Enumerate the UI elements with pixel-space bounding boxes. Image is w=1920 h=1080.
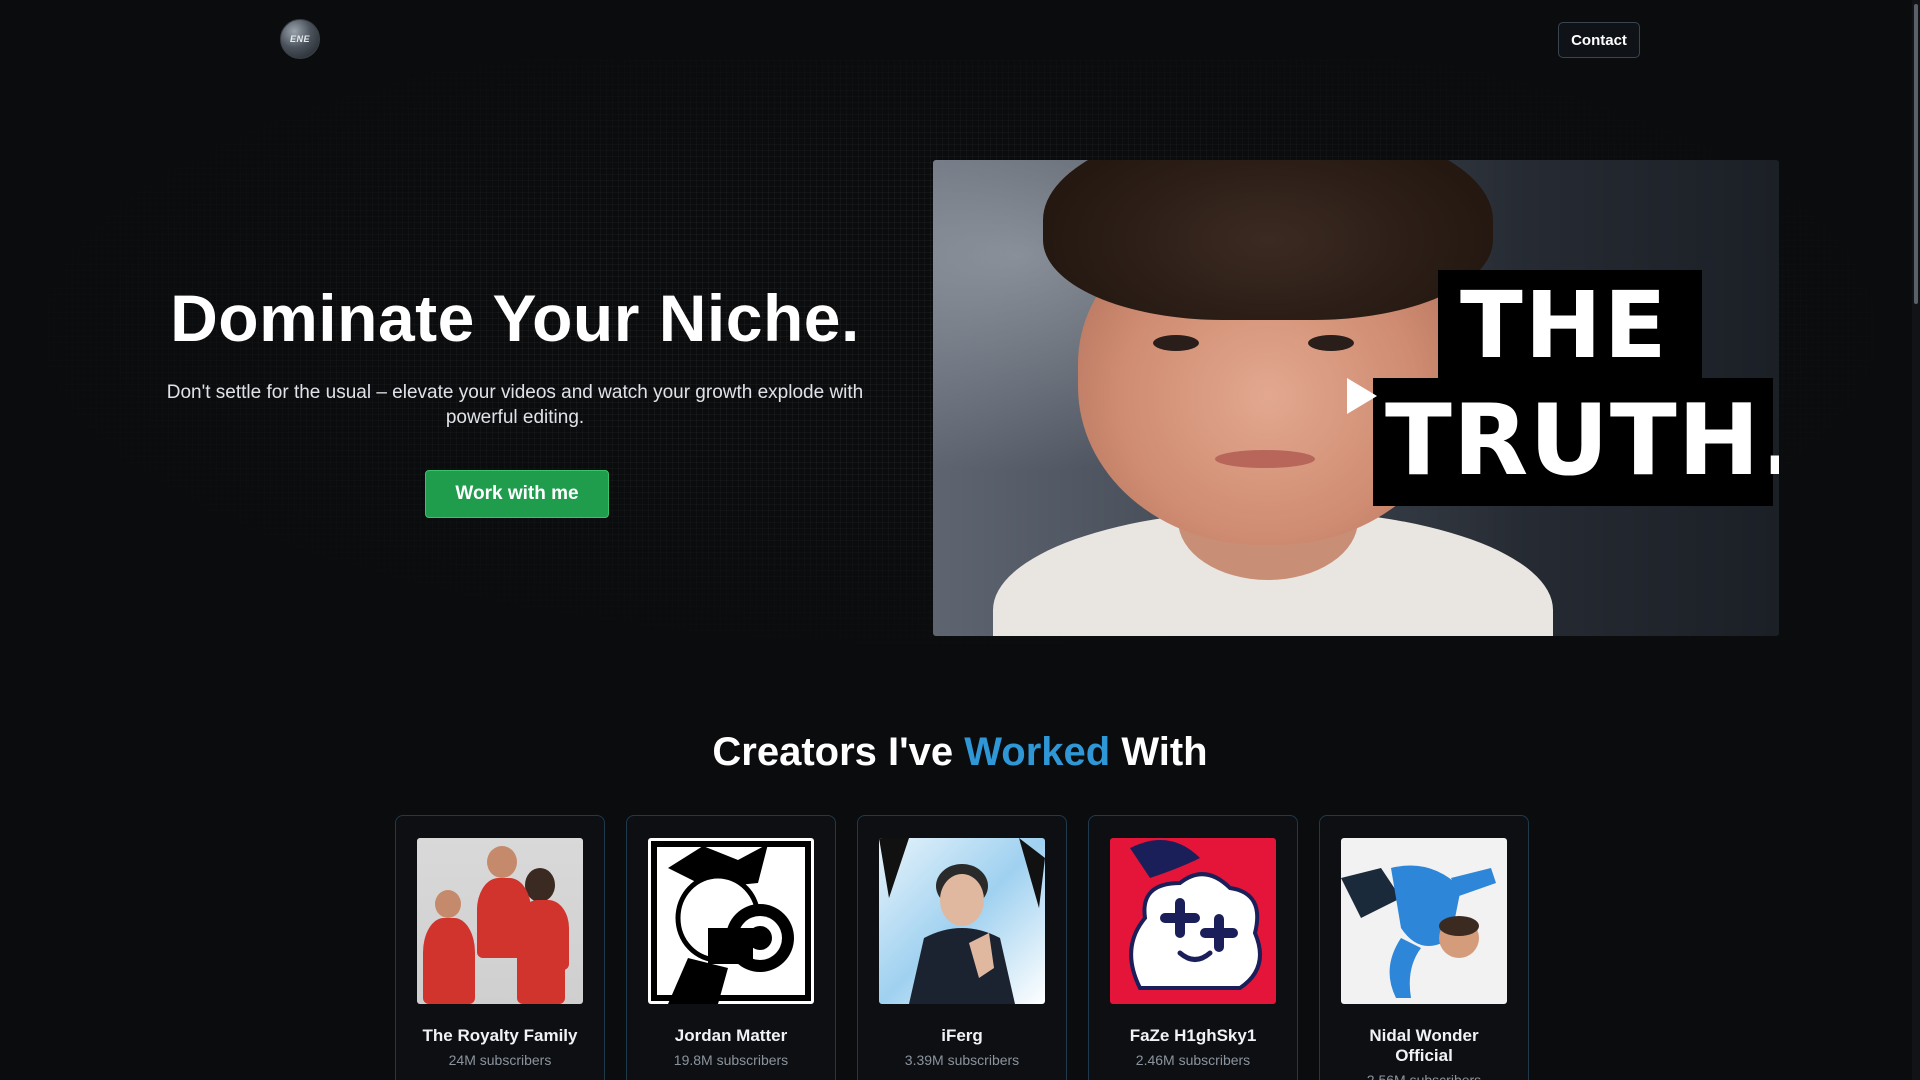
creator-subscribers: 19.8M subscribers xyxy=(673,1052,789,1068)
thumbnail-text-the: THE xyxy=(1438,270,1702,378)
person-illustration xyxy=(879,838,1045,1004)
scrollbar-thumb[interactable] xyxy=(1914,4,1918,304)
creators-title-post: With xyxy=(1110,730,1208,774)
creator-subscribers: 2.46M subscribers xyxy=(1135,1052,1251,1068)
creators-title-pre: Creators I've xyxy=(712,730,965,774)
cloud-mascot-illustration xyxy=(1129,840,1262,990)
creator-name: The Royalty Family xyxy=(422,1026,578,1045)
creator-name: Jordan Matter xyxy=(674,1026,788,1045)
thumbnail-text-truth: TRUTH. xyxy=(1373,378,1779,506)
logo-text: ENE xyxy=(289,34,310,44)
creator-avatar xyxy=(1341,838,1507,1004)
creator-card[interactable]: Jordan Matter 19.8M subscribers xyxy=(626,815,836,1080)
thumbnail-mouth xyxy=(1215,450,1315,468)
work-with-me-button[interactable]: Work with me xyxy=(425,470,609,518)
creator-card[interactable]: Nidal Wonder Official 2.56M subscribers xyxy=(1319,815,1529,1080)
hero-title: Dominate Your Niche. xyxy=(170,281,860,355)
creator-avatar xyxy=(879,838,1045,1004)
hero-subtitle: Don't settle for the usual – elevate you… xyxy=(166,382,864,428)
creator-name: Nidal Wonder Official xyxy=(1369,1026,1479,1065)
creators-title-accent: Worked xyxy=(964,730,1111,774)
site-logo[interactable]: ENE xyxy=(280,19,320,59)
contact-button[interactable]: Contact xyxy=(1558,22,1640,58)
creator-subscribers: 2.56M subscribers xyxy=(1366,1072,1482,1080)
play-icon[interactable] xyxy=(1347,378,1377,414)
jumping-person-illustration xyxy=(1341,865,1496,998)
creator-subscribers: 24M subscribers xyxy=(448,1052,552,1068)
creator-card[interactable]: The Royalty Family 24M subscribers xyxy=(395,815,605,1080)
creator-avatar xyxy=(1110,838,1276,1004)
video-thumbnail[interactable]: THE TRUTH. xyxy=(933,160,1779,636)
creators-card-list: The Royalty Family 24M subscribers Jorda… xyxy=(395,815,1529,1080)
creator-avatar xyxy=(648,838,814,1004)
thumbnail-hair xyxy=(1043,160,1493,320)
thumbnail-eye-right xyxy=(1308,335,1354,351)
creator-subscribers: 3.39M subscribers xyxy=(904,1052,1020,1068)
creator-name: iFerg xyxy=(941,1026,983,1045)
creator-name: FaZe H1ghSky1 xyxy=(1129,1026,1257,1045)
creators-section-title: Creators I've Worked With xyxy=(0,730,1920,775)
thumbnail-eye-left xyxy=(1153,335,1199,351)
camera-person-illustration xyxy=(651,841,811,1004)
creator-avatar xyxy=(417,838,583,1004)
creator-card[interactable]: iFerg 3.39M subscribers xyxy=(857,815,1067,1080)
creator-card[interactable]: FaZe H1ghSky1 2.46M subscribers xyxy=(1088,815,1298,1080)
